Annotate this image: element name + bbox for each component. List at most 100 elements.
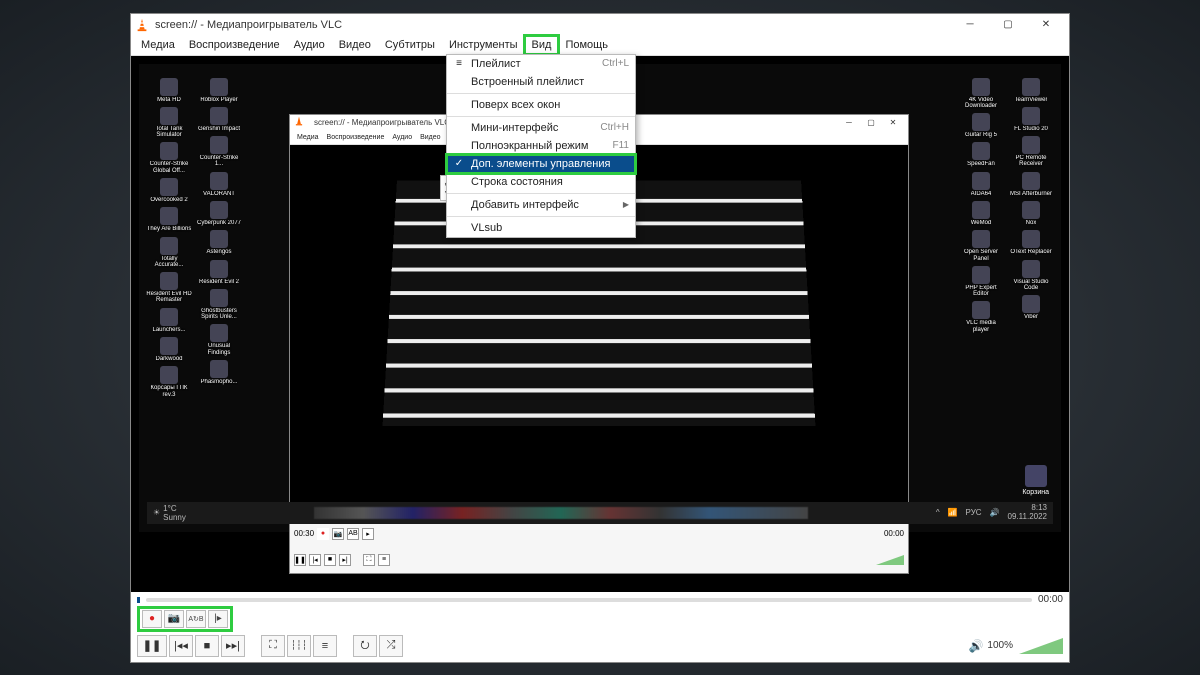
nested-close: ✕ xyxy=(882,115,904,131)
desktop-icon: VALORANT xyxy=(195,172,243,197)
taskbar-date: 09.11.2022 xyxy=(1008,513,1047,522)
volume-percent: 100% xyxy=(987,640,1013,651)
frame-step-button[interactable]: |▸ xyxy=(208,610,228,628)
menu-item-воспроизведение[interactable]: Воспроизведение xyxy=(183,37,286,53)
desktop-icon: Viber xyxy=(1007,295,1055,320)
loop-button[interactable]: ⭮ xyxy=(353,635,377,657)
vlc-window: screen:// - Медиапроигрыватель VLC ─ ▢ ✕… xyxy=(130,13,1070,663)
desktop-icon: Astengos xyxy=(195,230,243,255)
menu-item-помощь[interactable]: Помощь xyxy=(559,37,614,53)
taskbar-apps-blurred xyxy=(314,507,808,519)
nested-ext-icon: ≡ xyxy=(378,554,390,566)
nested-controls: 00:30 ● 📷 AB ▸ 00:00 xyxy=(290,521,908,547)
sun-icon: ☀ xyxy=(153,508,160,517)
volume-control[interactable]: 🔊 100% xyxy=(968,638,1063,654)
nested-frame-icon: ▸ xyxy=(362,528,374,540)
nested-pause-icon: ❚❚ xyxy=(294,554,306,566)
desktop-icon: Counter-Strike Global Off... xyxy=(145,142,193,174)
chevron-up-icon: ^ xyxy=(936,508,940,517)
recycle-bin-icon: Корзина xyxy=(1022,465,1049,496)
taskbar-temp: 1°C xyxy=(163,504,186,513)
nested-maximize: ▢ xyxy=(860,115,882,131)
time-total: 00:00 xyxy=(1038,594,1063,605)
desktop-icon: Guitar Rig 5 xyxy=(957,113,1005,138)
seek-bar[interactable]: 00:00 xyxy=(131,592,1069,608)
view-menu-item[interactable]: ✓Доп. элементы управления xyxy=(447,155,635,173)
desktop-icon: OText Replacer xyxy=(1007,230,1055,255)
taskbar-weather: Sunny xyxy=(163,513,186,522)
desktop-icon: Genshin Impact xyxy=(195,107,243,132)
desktop-icon: PHP Expert Editor xyxy=(957,266,1005,298)
desktop-icon: Overcooked 2 xyxy=(145,178,193,203)
record-button[interactable]: ● xyxy=(142,610,162,628)
close-button[interactable]: ✕ xyxy=(1027,14,1065,36)
nested-prev-icon: |◂ xyxy=(309,554,321,566)
volume-slider[interactable] xyxy=(1019,638,1063,654)
previous-button[interactable]: |◂◂ xyxy=(169,635,193,657)
nested-next-icon: ▸| xyxy=(339,554,351,566)
desktop-icon: SpeedFan xyxy=(957,142,1005,167)
desktop-icon: Visual Studio Code xyxy=(1007,260,1055,292)
extra-controls-highlight: ● 📷 A↻B |▸ xyxy=(137,606,233,632)
taskbar-clock: 8:13 09.11.2022 xyxy=(1008,504,1047,522)
seek-track[interactable] xyxy=(146,598,1032,602)
speaker-icon: 🔊 xyxy=(990,508,1000,517)
play-pause-button[interactable]: ❚❚ xyxy=(137,635,167,657)
view-menu-item[interactable]: Поверх всех окон xyxy=(447,96,635,114)
captured-taskbar: ☀ 1°C Sunny ^ 📶 РУС 🔊 8:13 09.11.2022 xyxy=(147,502,1053,524)
desktop-icon: VLC media player xyxy=(957,301,1005,333)
speaker-icon[interactable]: 🔊 xyxy=(968,639,983,653)
desktop-icon: Phasmopho... xyxy=(195,360,243,385)
view-menu-item[interactable]: Строка состояния xyxy=(447,173,635,191)
fullscreen-button[interactable]: ⛶ xyxy=(261,635,285,657)
view-menu-dropdown: ≡ПлейлистCtrl+LВстроенный плейлист Поверх… xyxy=(446,54,636,238)
extended-settings-button[interactable]: ┆┆┆ xyxy=(287,635,311,657)
maximize-button[interactable]: ▢ xyxy=(989,14,1027,36)
nested-fullscreen-icon: ⛶ xyxy=(363,554,375,566)
recycle-bin-label: Корзина xyxy=(1022,489,1049,496)
desktop-icon: Nox xyxy=(1007,201,1055,226)
view-menu-item[interactable]: Мини-интерфейсCtrl+H xyxy=(447,119,635,137)
desktop-icon: WeMod xyxy=(957,201,1005,226)
nested-menu-item: Медиа xyxy=(294,133,322,142)
view-menu-item[interactable]: Полноэкранный режимF11 xyxy=(447,137,635,155)
desktop-icon: MSI Afterburner xyxy=(1007,172,1055,197)
titlebar: screen:// - Медиапроигрыватель VLC ─ ▢ ✕ xyxy=(131,14,1069,36)
desktop-icon: TeamViewer xyxy=(1007,78,1055,103)
stop-button[interactable]: ■ xyxy=(195,635,219,657)
nested-total: 00:00 xyxy=(884,529,904,538)
desktop-icon: Total Tank Simulator xyxy=(145,107,193,139)
menu-item-вид[interactable]: Вид xyxy=(526,37,558,53)
nested-menu-item: Воспроизведение xyxy=(324,133,388,142)
window-controls: ─ ▢ ✕ xyxy=(951,14,1065,36)
nested-volume-triangle xyxy=(876,555,904,565)
nested-stop-icon: ■ xyxy=(324,554,336,566)
menubar: МедиаВоспроизведениеАудиоВидеоСубтитрыИн… xyxy=(131,36,1069,56)
weather-widget: ☀ 1°C Sunny xyxy=(153,504,186,522)
extra-controls-row: ● 📷 A↻B |▸ xyxy=(131,608,1069,630)
desktop-icon: Ghostbusters Spirits Unle... xyxy=(195,289,243,321)
menu-item-медиа[interactable]: Медиа xyxy=(135,37,181,53)
minimize-button[interactable]: ─ xyxy=(951,14,989,36)
menu-item-субтитры[interactable]: Субтитры xyxy=(379,37,441,53)
desktop-icon: Unusual Findings xyxy=(195,324,243,356)
nested-playback-row: ❚❚ |◂ ■ ▸| ⛶ ≡ xyxy=(290,547,908,573)
view-menu-item[interactable]: ≡ПлейлистCtrl+L xyxy=(447,55,635,73)
playlist-button[interactable]: ≡ xyxy=(313,635,337,657)
view-menu-item[interactable]: VLsub xyxy=(447,219,635,237)
shuffle-button[interactable]: ⤮ xyxy=(379,635,403,657)
taskbar-lang: РУС xyxy=(966,508,982,517)
nested-minimize: ─ xyxy=(838,115,860,131)
view-menu-item[interactable]: Встроенный плейлист xyxy=(447,73,635,91)
desktop-icon: Open Server Panel xyxy=(957,230,1005,262)
desktop-icon: Launchers... xyxy=(145,308,193,333)
snapshot-button[interactable]: 📷 xyxy=(164,610,184,628)
desktop-icon: Корсары ГПК rev.3 xyxy=(145,366,193,398)
menu-item-аудио[interactable]: Аудио xyxy=(288,37,331,53)
menu-item-инструменты[interactable]: Инструменты xyxy=(443,37,524,53)
next-button[interactable]: ▸▸| xyxy=(221,635,245,657)
view-menu-item[interactable]: Добавить интерфейс▶ xyxy=(447,196,635,214)
nested-snap-icon: 📷 xyxy=(332,528,344,540)
loop-ab-button[interactable]: A↻B xyxy=(186,610,206,628)
menu-item-видео[interactable]: Видео xyxy=(333,37,377,53)
